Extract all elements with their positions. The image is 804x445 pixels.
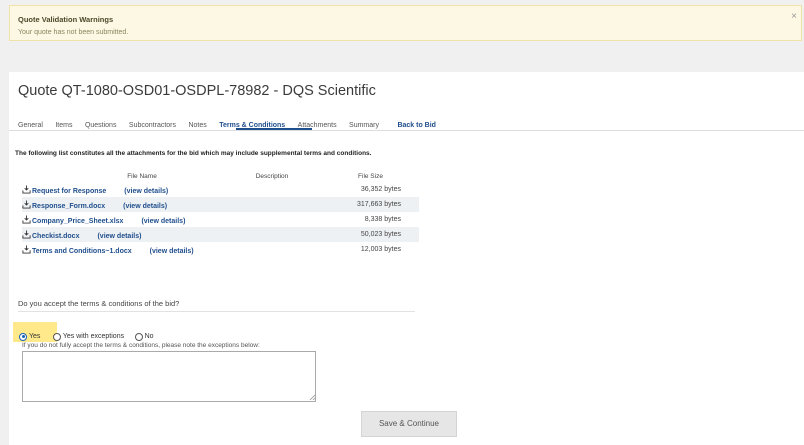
file-link[interactable]: Checkist.docx (32, 233, 79, 240)
radio-yes-label: Yes (29, 333, 41, 341)
file-cell: Checkist.docx (view details) (22, 227, 222, 242)
attachments-intro: The following list constitutes all the a… (15, 150, 372, 157)
file-size: 8,338 bytes (364, 216, 401, 223)
terms-radio-group: Yes Yes with exceptions No (13, 322, 154, 342)
download-icon[interactable] (22, 199, 31, 209)
tab-subcontractors[interactable]: Subcontractors (129, 122, 176, 129)
table-header-row: File Name Description File Size (22, 170, 419, 182)
download-icon[interactable] (22, 229, 31, 239)
close-icon[interactable]: × (791, 11, 797, 22)
table-row: Terms and Conditions~1.docx (view details… (22, 242, 419, 257)
file-link[interactable]: Response_Form.docx (32, 203, 105, 210)
quote-panel: Quote QT-1080-OSD01-OSDPL-78982 - DQS Sc… (9, 72, 804, 445)
column-header-file-name: File Name (127, 172, 157, 180)
question-divider (18, 311, 415, 312)
view-details-link[interactable]: (view details) (150, 248, 194, 255)
warning-title: Quote Validation Warnings (18, 15, 114, 24)
terms-question: Do you accept the terms & conditions of … (18, 299, 180, 308)
radio-yes[interactable] (19, 332, 27, 341)
tab-questions[interactable]: Questions (85, 122, 117, 129)
active-tab-indicator (236, 128, 312, 130)
radio-yes-with-exceptions[interactable] (52, 332, 61, 341)
exceptions-label: If you do not fully accept the terms & c… (22, 342, 260, 349)
back-to-bid-link[interactable]: Back to Bid (397, 122, 436, 129)
view-details-link[interactable]: (view details) (123, 203, 167, 210)
radio-no-label: No (144, 333, 154, 341)
table-row: Response_Form.docx (view details) 317,663… (22, 197, 419, 212)
view-details-link[interactable]: (view details) (141, 218, 185, 225)
page-title: Quote QT-1080-OSD01-OSDPL-78982 - DQS Sc… (18, 83, 376, 99)
tab-divider (9, 130, 804, 131)
view-details-link[interactable]: (view details) (97, 233, 141, 240)
view-details-link[interactable]: (view details) (124, 188, 168, 195)
file-link[interactable]: Terms and Conditions~1.docx (32, 248, 132, 255)
file-link[interactable]: Company_Price_Sheet.xlsx (32, 218, 123, 225)
tab-items[interactable]: Items (55, 122, 72, 129)
description-cell (222, 227, 322, 242)
table-row: Checkist.docx (view details) 50,023 bytes (22, 227, 419, 242)
file-cell: Terms and Conditions~1.docx (view details… (22, 242, 222, 257)
attachments-table: File Name Description File Size Request … (22, 170, 419, 257)
description-cell (222, 212, 322, 227)
download-icon[interactable] (22, 244, 31, 254)
radio-yes-with-exceptions-label: Yes with exceptions (62, 333, 125, 341)
description-cell (222, 242, 322, 257)
download-icon[interactable] (22, 184, 31, 194)
column-header-description: Description (255, 172, 289, 180)
file-size: 12,003 bytes (360, 246, 401, 253)
file-cell: Response_Form.docx (view details) (22, 197, 222, 212)
file-size: 50,023 bytes (322, 227, 419, 242)
warning-message: Your quote has not been submitted. (18, 29, 129, 36)
table-row: Company_Price_Sheet.xlsx (view details) 8… (22, 212, 419, 227)
file-cell: Request for Response (view details) (22, 182, 222, 197)
description-cell (222, 197, 322, 212)
file-size: 317,663 bytes (322, 197, 419, 212)
description-cell (222, 182, 322, 197)
validation-warning-banner: Quote Validation Warnings Your quote has… (9, 5, 802, 41)
file-link[interactable]: Request for Response (32, 188, 106, 195)
quote-tabs: General Items Questions Subcontractors N… (18, 114, 444, 129)
tab-general[interactable]: General (18, 122, 43, 129)
download-icon[interactable] (22, 214, 31, 224)
tab-summary[interactable]: Summary (349, 122, 379, 129)
save-continue-button[interactable]: Save & Continue (361, 411, 457, 437)
radio-no[interactable] (134, 332, 143, 341)
exceptions-textarea[interactable] (22, 351, 316, 402)
table-row: Request for Response (view details) 36,35… (22, 182, 419, 197)
file-size: 36,352 bytes (360, 186, 401, 193)
tab-notes[interactable]: Notes (188, 122, 206, 129)
column-header-file-size: File Size (358, 172, 383, 180)
resize-handle-icon[interactable] (309, 394, 315, 400)
file-cell: Company_Price_Sheet.xlsx (view details) (22, 212, 222, 227)
